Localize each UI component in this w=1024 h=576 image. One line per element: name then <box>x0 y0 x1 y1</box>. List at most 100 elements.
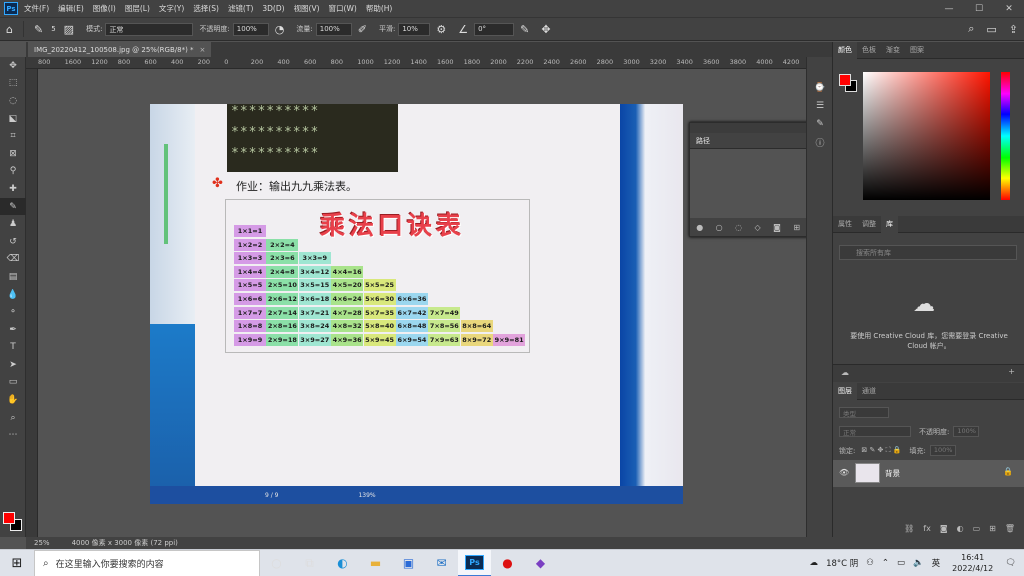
menu-help[interactable]: 帮助(H) <box>366 3 393 14</box>
marquee-tool-icon[interactable]: ⬚ <box>0 75 26 93</box>
layer-fill-input[interactable]: 100% <box>929 445 956 456</box>
smoothing-input[interactable]: 10% <box>398 22 431 36</box>
blur-tool-icon[interactable]: 💧 <box>0 286 26 304</box>
edge-icon[interactable]: ◐ <box>326 550 359 576</box>
add-mask-icon[interactable]: ◙ <box>773 223 781 232</box>
gradient-tool-icon[interactable]: ▤ <box>0 268 26 286</box>
weather-text[interactable]: 18°C 阴 <box>826 557 858 569</box>
eraser-tool-icon[interactable]: ⌫ <box>0 251 26 269</box>
layer-mask-icon[interactable]: ◙ <box>940 524 948 533</box>
tab-swatches[interactable]: 色板 <box>857 42 881 59</box>
layer-row[interactable]: 👁 背景 🔒 <box>833 460 1024 487</box>
close-window-button[interactable]: ✕ <box>994 4 1024 14</box>
lasso-tool-icon[interactable]: ◌ <box>0 92 26 110</box>
color-swatches[interactable] <box>3 512 23 534</box>
crop-tool-icon[interactable]: ⌗ <box>0 127 26 145</box>
document-image[interactable]: ********** ********** ********** ✤ 作业：输出… <box>150 104 683 504</box>
menu-file[interactable]: 文件(F) <box>24 3 49 14</box>
object-select-tool-icon[interactable]: ⬕ <box>0 110 26 128</box>
adjustments-panel-icon[interactable]: ☰ <box>807 97 833 115</box>
menu-layer[interactable]: 图层(L) <box>125 3 150 14</box>
move-tool-icon[interactable]: ✥ <box>0 57 26 75</box>
opacity-input[interactable]: 100% <box>232 22 269 36</box>
gear-icon[interactable]: ⚙ <box>436 23 446 36</box>
adjustment-layer-icon[interactable]: ◐ <box>957 524 964 533</box>
path-select-tool-icon[interactable]: ➤ <box>0 356 26 374</box>
pressure-opacity-icon[interactable]: ◔ <box>275 23 285 36</box>
angle-input[interactable]: 0° <box>474 22 515 36</box>
home-icon[interactable]: ⌂ <box>6 23 13 36</box>
frame-tool-icon[interactable]: ⊠ <box>0 145 26 163</box>
ime-indicator[interactable]: 英 <box>932 557 941 569</box>
brush-tool-icon[interactable]: ✎ <box>34 23 43 36</box>
new-path-icon[interactable]: ⊞ <box>793 223 800 232</box>
document-tab[interactable]: IMG_20220412_100508.jpg @ 25%(RGB/8*) * … <box>28 42 212 57</box>
store-icon[interactable]: ▣ <box>392 550 425 576</box>
zoom-tool-icon[interactable]: ⌕ <box>0 409 26 427</box>
brush-panel-icon[interactable]: ✎ <box>807 115 833 133</box>
tab-color[interactable]: 颜色 <box>833 41 857 59</box>
tab-libraries[interactable]: 库 <box>881 215 898 233</box>
hue-slider[interactable] <box>1001 72 1010 200</box>
visual-studio-icon[interactable]: ◆ <box>524 550 557 576</box>
layer-style-icon[interactable]: fx <box>923 524 931 533</box>
info-panel-icon[interactable]: ⓘ <box>807 133 833 151</box>
tab-layers[interactable]: 图层 <box>833 382 857 400</box>
menu-window[interactable]: 窗口(W) <box>329 3 357 14</box>
healing-brush-tool-icon[interactable]: ✚ <box>0 180 26 198</box>
tab-channels[interactable]: 通道 <box>857 383 881 400</box>
new-layer-icon[interactable]: ⊞ <box>989 524 996 533</box>
workspace-icon[interactable]: ▭ <box>986 23 996 36</box>
library-search-input[interactable]: 搜索所有库 <box>839 245 1017 260</box>
stroke-path-icon[interactable]: ○ <box>716 223 723 232</box>
network-icon[interactable]: ▭ <box>897 558 905 568</box>
flow-input[interactable]: 100% <box>315 22 352 36</box>
close-tab-icon[interactable]: × <box>200 46 206 54</box>
tab-gradients[interactable]: 渐变 <box>881 42 905 59</box>
taskbar-search[interactable]: ⌕ 在这里输入你要搜索的内容 <box>34 549 260 576</box>
tab-adjustments[interactable]: 调整 <box>857 216 881 233</box>
recorder-icon[interactable]: ● <box>491 550 524 576</box>
color-picker-field[interactable] <box>863 72 990 200</box>
menu-edit[interactable]: 编辑(E) <box>58 3 84 14</box>
add-library-icon[interactable]: + <box>1008 367 1015 376</box>
menu-image[interactable]: 图像(I) <box>93 3 116 14</box>
menu-select[interactable]: 选择(S) <box>193 3 219 14</box>
cloud-sync-icon[interactable]: ☁ <box>841 368 849 377</box>
delete-layer-icon[interactable]: 🗑 <box>1005 524 1015 533</box>
menu-3d[interactable]: 3D(D) <box>262 4 284 13</box>
menu-view[interactable]: 视图(V) <box>294 3 320 14</box>
group-icon[interactable]: ▭ <box>973 524 981 533</box>
fill-path-icon[interactable]: ● <box>696 223 703 232</box>
clock[interactable]: 16:41 2022/4/12 <box>952 552 993 574</box>
visibility-eye-icon[interactable]: 👁 <box>839 468 849 477</box>
menu-filter[interactable]: 滤镜(T) <box>228 3 253 14</box>
link-layers-icon[interactable]: ⛓ <box>904 524 914 533</box>
share-icon[interactable]: ⇪ <box>1009 23 1018 36</box>
zoom-level[interactable]: 25% <box>34 539 50 547</box>
pen-tool-icon[interactable]: ✒ <box>0 321 26 339</box>
maximize-button[interactable]: ☐ <box>964 4 994 14</box>
pressure-size-icon[interactable]: ✎ <box>520 23 529 36</box>
type-tool-icon[interactable]: T <box>0 339 26 357</box>
lock-icons[interactable]: ⊠ ✎ ✥ ⛶ 🔒 <box>861 446 901 455</box>
brush-settings-icon[interactable]: ▨ <box>64 23 74 36</box>
photoshop-taskbar-icon[interactable]: Ps <box>458 549 491 576</box>
search-icon[interactable]: ⌕ <box>968 22 974 36</box>
brush-size-picker[interactable]: 5 <box>51 25 55 33</box>
brush-tool-icon[interactable]: ✎ <box>0 197 26 216</box>
history-panel-icon[interactable]: ⌚ <box>807 79 833 97</box>
more-tools-icon[interactable]: ⋯ <box>0 426 26 444</box>
start-button[interactable]: ⊞ <box>0 550 34 576</box>
cortana-icon[interactable]: ○ <box>260 550 293 576</box>
layer-opacity-input[interactable]: 100% <box>953 426 980 437</box>
volume-icon[interactable]: 🔈 <box>913 558 924 568</box>
load-selection-icon[interactable]: ◌ <box>735 223 742 232</box>
dodge-tool-icon[interactable]: ⚬ <box>0 303 26 321</box>
foreground-color-chip[interactable] <box>839 74 851 86</box>
hand-tool-icon[interactable]: ✋ <box>0 391 26 409</box>
make-path-icon[interactable]: ◇ <box>755 223 761 232</box>
tab-patterns[interactable]: 图案 <box>905 42 929 59</box>
airbrush-icon[interactable]: ✐ <box>358 23 367 36</box>
document-info[interactable]: 4000 像素 x 3000 像素 (72 ppi) <box>72 538 178 548</box>
